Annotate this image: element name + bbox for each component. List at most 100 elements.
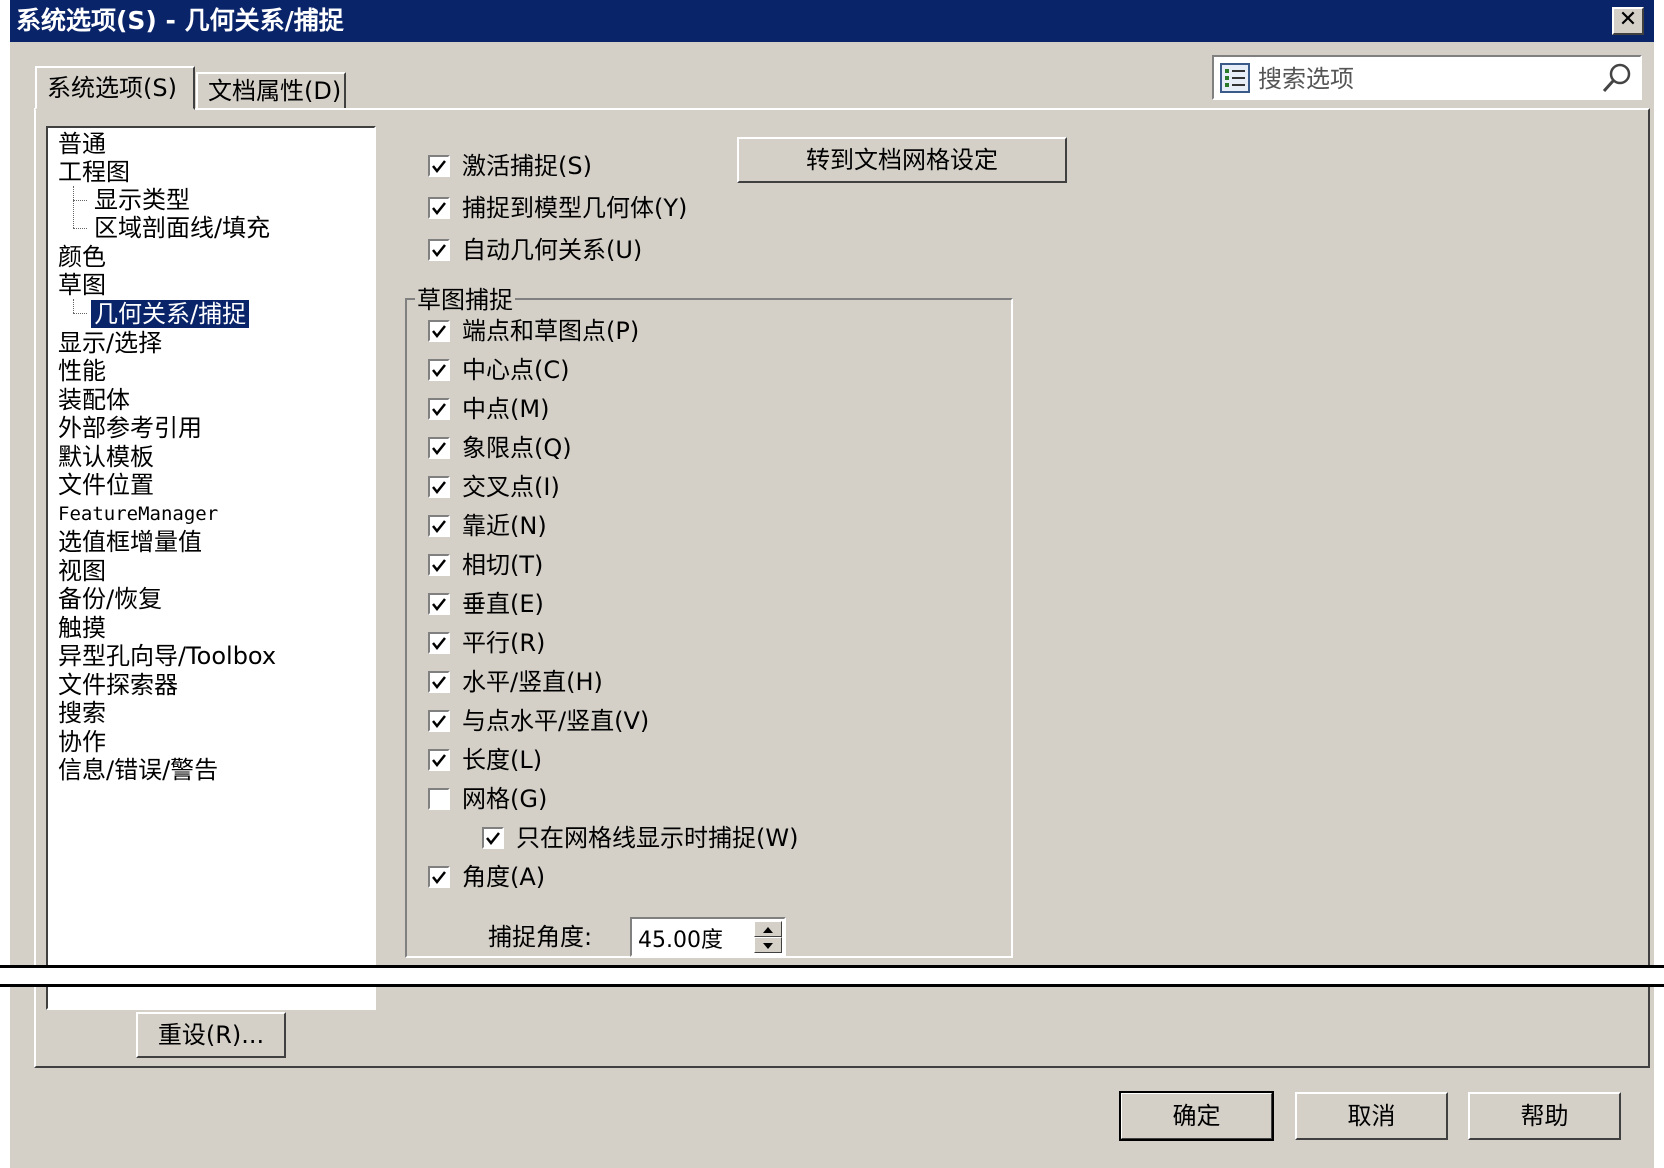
checkmark-icon (432, 160, 446, 174)
help-button[interactable]: 帮助 (1468, 1092, 1621, 1140)
window-title: 系统选项(S) - 几何关系/捕捉 (16, 6, 344, 35)
tree-item-featuremanager[interactable]: FeatureManager (58, 500, 218, 528)
tab-system-options[interactable]: 系统选项(S) (35, 66, 195, 110)
tree-item-spin-box-increments[interactable]: 选值框增量值 (58, 528, 202, 556)
tree-item-view[interactable]: 视图 (58, 557, 106, 585)
checkbox-label: 角度(A) (462, 863, 546, 891)
tree-item-relations-snaps[interactable]: 几何关系/捕捉 (91, 300, 250, 328)
checkbox-box[interactable] (428, 320, 450, 342)
tree-connector (73, 313, 87, 314)
snap-angle-label: 捕捉角度: (488, 923, 593, 951)
options-dialog: 系统选项(S) - 几何关系/捕捉 ✕ 系统选项(S) 文档属性(D) 普通 工… (10, 0, 1654, 1168)
search-box[interactable] (1212, 55, 1642, 100)
tree-item-file-explorer[interactable]: 文件探索器 (58, 671, 178, 699)
tree-item-default-templates[interactable]: 默认模板 (58, 443, 154, 471)
checkmark-icon (432, 364, 446, 378)
arrow-up-icon (763, 927, 773, 933)
checkbox-label: 激活捕捉(S) (462, 152, 592, 180)
checkmark-icon (432, 637, 446, 651)
checkbox-tangent[interactable]: 相切(T) (428, 549, 543, 581)
tree-connector (73, 200, 87, 201)
tree-item-backup-recover[interactable]: 备份/恢复 (58, 585, 162, 613)
checkbox-box[interactable] (428, 671, 450, 693)
checkbox-box[interactable] (428, 788, 450, 810)
checkbox-label: 垂直(E) (462, 590, 544, 618)
tree-item-external-references[interactable]: 外部参考引用 (58, 414, 202, 442)
checkbox-automatic-relations[interactable]: 自动几何关系(U) (428, 234, 642, 266)
tree-item-drawings[interactable]: 工程图 (58, 158, 130, 186)
checkbox-label: 相切(T) (462, 551, 544, 579)
checkbox-box[interactable] (428, 515, 450, 537)
spin-up-button[interactable] (754, 921, 782, 937)
checkbox-label: 象限点(Q) (462, 434, 572, 462)
tree-item-display-type[interactable]: 显示类型 (94, 186, 190, 214)
checkbox-length[interactable]: 长度(L) (428, 744, 542, 776)
tree-item-performance[interactable]: 性能 (58, 357, 106, 385)
search-input[interactable] (1256, 61, 1590, 97)
checkbox-box[interactable] (428, 554, 450, 576)
checkmark-icon (432, 598, 446, 612)
close-button[interactable]: ✕ (1612, 7, 1644, 35)
checkbox-midpoints[interactable]: 中点(M) (428, 393, 549, 425)
checkbox-label: 自动几何关系(U) (462, 236, 643, 264)
search-icon[interactable] (1600, 61, 1634, 95)
checkbox-label: 端点和草图点(P) (462, 317, 640, 345)
checkbox-quadrant-points[interactable]: 象限点(Q) (428, 432, 572, 464)
checkbox-grid[interactable]: 网格(G) (428, 783, 547, 815)
spin-down-button[interactable] (754, 937, 782, 953)
checkbox-snap-to-model-geometry[interactable]: 捕捉到模型几何体(Y) (428, 192, 687, 224)
snap-angle-spinbox[interactable] (630, 917, 786, 957)
checkbox-box[interactable] (428, 593, 450, 615)
checkbox-horizontal-vertical-to-points[interactable]: 与点水平/竖直(V) (428, 705, 649, 737)
tree-item-collaboration[interactable]: 协作 (58, 728, 106, 756)
checkmark-icon (432, 442, 446, 456)
checkmark-icon (432, 202, 446, 216)
tree-item-touch[interactable]: 触摸 (58, 614, 106, 642)
list-options-icon (1220, 63, 1250, 93)
tree-item-general[interactable]: 普通 (58, 130, 106, 158)
snap-angle-input[interactable] (636, 922, 750, 954)
checkbox-box[interactable] (428, 359, 450, 381)
checkbox-box[interactable] (428, 197, 450, 219)
checkmark-icon (432, 481, 446, 495)
checkbox-box[interactable] (428, 239, 450, 261)
checkbox-box[interactable] (428, 632, 450, 654)
checkbox-box[interactable] (428, 749, 450, 771)
tree-item-area-hatch[interactable]: 区域剖面线/填充 (94, 214, 270, 242)
tree-item-assemblies[interactable]: 装配体 (58, 386, 130, 414)
checkbox-perpendicular[interactable]: 垂直(E) (428, 588, 544, 620)
checkbox-nearest[interactable]: 靠近(N) (428, 510, 547, 542)
tree-item-messages-errors-warnings[interactable]: 信息/错误/警告 (58, 756, 218, 784)
checkbox-angle[interactable]: 角度(A) (428, 861, 545, 893)
title-bar[interactable]: 系统选项(S) - 几何关系/捕捉 ✕ (10, 0, 1654, 42)
checkbox-box[interactable] (428, 398, 450, 420)
checkbox-box[interactable] (428, 866, 450, 888)
tree-item-hole-wizard-toolbox[interactable]: 异型孔向导/Toolbox (58, 642, 276, 670)
tree-item-sketch[interactable]: 草图 (58, 271, 106, 299)
checkbox-horizontal-vertical[interactable]: 水平/竖直(H) (428, 666, 603, 698)
cancel-button[interactable]: 取消 (1295, 1092, 1448, 1140)
checkbox-snap-only-when-grid-displayed[interactable]: 只在网格线显示时捕捉(W) (482, 822, 798, 854)
checkbox-end-points[interactable]: 端点和草图点(P) (428, 315, 639, 347)
checkbox-box[interactable] (428, 476, 450, 498)
checkbox-box[interactable] (428, 710, 450, 732)
ok-button[interactable]: 确定 (1119, 1091, 1274, 1141)
checkbox-box[interactable] (428, 437, 450, 459)
checkbox-box[interactable] (428, 155, 450, 177)
options-tree[interactable]: 普通 工程图 显示类型 区域剖面线/填充 颜色 草图 几何关系/捕捉 显示/选择… (46, 126, 376, 1010)
spin-buttons (754, 921, 782, 953)
tree-item-colors[interactable]: 颜色 (58, 243, 106, 271)
tree-connector (73, 186, 74, 228)
arrow-down-icon (763, 943, 773, 949)
tree-item-file-locations[interactable]: 文件位置 (58, 471, 154, 499)
tree-item-search[interactable]: 搜索 (58, 699, 106, 727)
checkbox-center-points[interactable]: 中心点(C) (428, 354, 569, 386)
checkbox-enable-snapping[interactable]: 激活捕捉(S) (428, 150, 592, 182)
checkbox-box[interactable] (482, 827, 504, 849)
checkbox-intersections[interactable]: 交叉点(I) (428, 471, 560, 503)
tree-item-display-selection[interactable]: 显示/选择 (58, 329, 162, 357)
tab-document-properties[interactable]: 文档属性(D) (196, 72, 346, 110)
reset-button[interactable]: 重设(R)... (136, 1012, 286, 1058)
checkbox-parallel[interactable]: 平行(R) (428, 627, 545, 659)
goto-document-grid-button[interactable]: 转到文档网格设定 (737, 137, 1067, 183)
